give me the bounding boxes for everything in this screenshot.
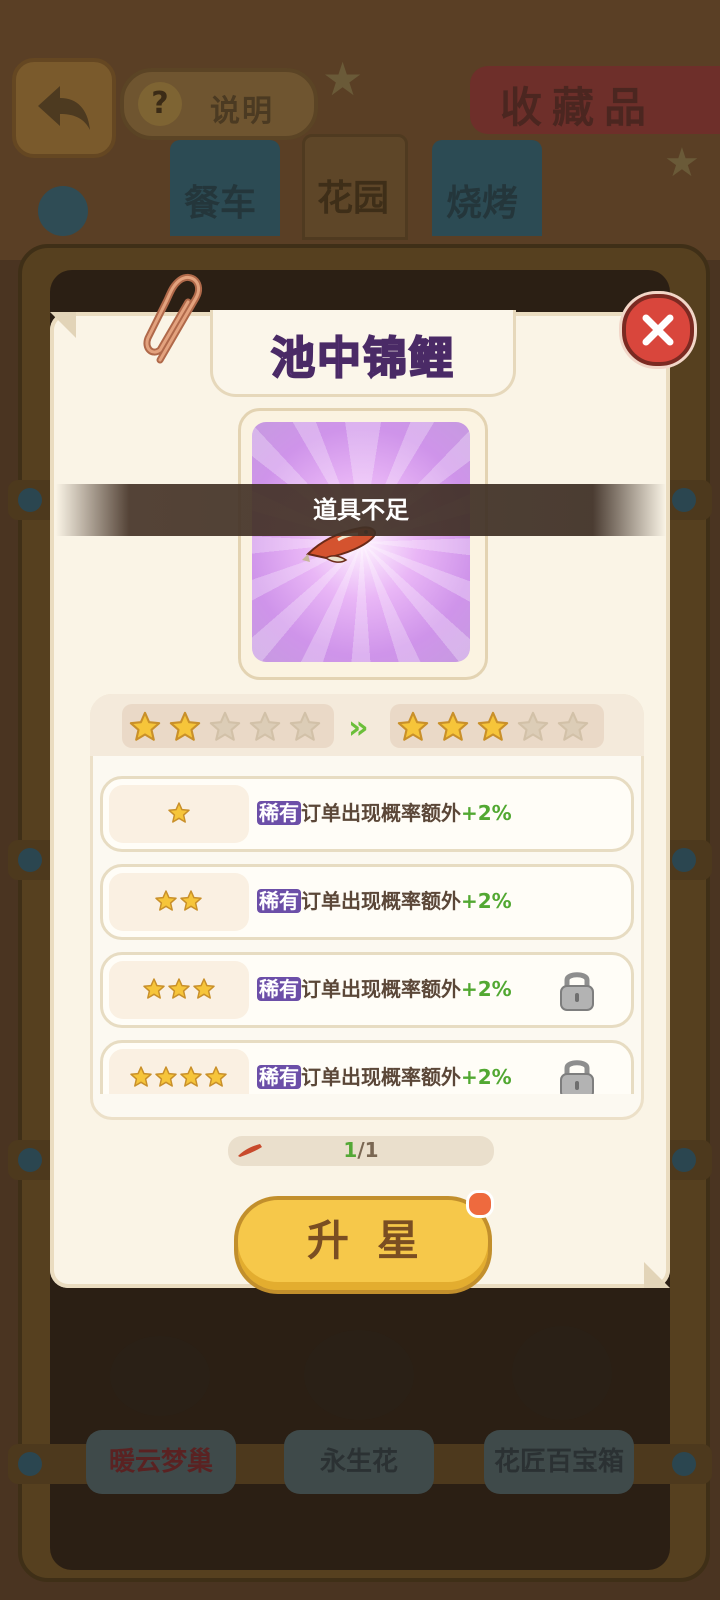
tab-bbq[interactable]: 烧烤 <box>432 140 542 236</box>
bonus-description: 订单出现概率额外 <box>301 889 461 913</box>
star-filled-icon <box>180 890 202 911</box>
close-icon <box>642 314 674 346</box>
star-filled-icon <box>477 711 509 741</box>
double-arrow-icon: » <box>348 708 368 746</box>
star-bonus-row: 稀有 订单出现概率额外+2% <box>100 776 634 852</box>
filter-button[interactable] <box>38 186 88 236</box>
lock-icon <box>560 1060 594 1094</box>
bonus-description: 订单出现概率额外 <box>301 801 461 825</box>
row-star-badge <box>109 873 249 931</box>
shelf-tag-label: 花匠百宝箱 <box>493 1447 624 1477</box>
close-button[interactable] <box>622 294 694 366</box>
star-empty-icon <box>557 711 589 741</box>
row-star-badge <box>109 1049 249 1094</box>
star-filled-icon <box>169 711 201 741</box>
shelf-item[interactable] <box>110 1336 210 1416</box>
star-bonus-row: 稀有 订单出现概率额外+2% <box>100 952 634 1028</box>
star-filled-icon <box>142 978 165 999</box>
star-bonus-list: 稀有 订单出现概率额外+2% 稀有 订单出现概率额外+2% 稀有 订单出现概率额外+2% 稀… <box>94 766 638 1094</box>
bonus-value: +2% <box>461 801 512 825</box>
star-filled-icon <box>205 1066 227 1087</box>
bonus-description: 订单出现概率额外 <box>301 1065 461 1089</box>
material-current: 1 <box>343 1138 358 1162</box>
shelf-tag-label: 永生花 <box>319 1447 398 1477</box>
star-decoration-icon: ★ <box>664 140 700 186</box>
material-total: /1 <box>357 1138 379 1162</box>
shelf-tag-label: 暖云梦巢 <box>108 1447 213 1477</box>
question-icon: ? <box>138 82 182 126</box>
category-tabs: 餐车 花园 烧烤 <box>170 134 550 240</box>
star-filled-icon <box>192 978 215 999</box>
tab-food-truck[interactable]: 餐车 <box>170 140 280 236</box>
bonus-description: 订单出现概率额外 <box>301 977 461 1001</box>
row-bonus-text: 稀有 订单出现概率额外+2% <box>257 885 512 914</box>
bonus-value: +2% <box>461 977 512 1001</box>
shelf-item[interactable] <box>512 1326 612 1420</box>
paperclip-icon <box>143 273 203 364</box>
star-filled-icon <box>155 1066 177 1087</box>
back-button[interactable] <box>12 58 116 158</box>
row-star-badge <box>109 785 249 843</box>
item-title: 池中锦鲤 <box>270 332 455 385</box>
back-arrow-icon <box>38 86 90 130</box>
star-filled-icon <box>167 802 190 823</box>
star-filled-icon <box>437 711 469 741</box>
shelf-tag: 永生花 <box>284 1430 434 1494</box>
tab-garden[interactable]: 花园 <box>302 134 408 240</box>
tab-label: 花园 <box>317 178 390 219</box>
notification-badge <box>466 1190 494 1218</box>
star-filled-icon <box>155 890 177 911</box>
star-decoration-icon: ★ <box>322 52 364 106</box>
rarity-tag: 稀有 <box>257 1065 301 1089</box>
upgrade-star-label: 升星 <box>306 1216 447 1265</box>
upgrade-star-button[interactable]: 升星 <box>234 1196 492 1294</box>
shelf-tag: 暖云梦巢 <box>86 1430 236 1494</box>
star-filled-icon <box>397 711 429 741</box>
star-filled-icon <box>130 1066 152 1087</box>
bonus-value: +2% <box>461 889 512 913</box>
row-bonus-text: 稀有 订单出现概率额外+2% <box>257 973 512 1002</box>
star-empty-icon <box>289 711 321 741</box>
tab-label: 烧烤 <box>446 183 519 224</box>
rarity-tag: 稀有 <box>257 977 301 1001</box>
shelf-tag: 花匠百宝箱 <box>484 1430 634 1494</box>
star-bonus-row: 稀有 订单出现概率额外+2% <box>100 1040 634 1094</box>
material-count: 1/1 <box>228 1138 494 1162</box>
tab-label: 餐车 <box>184 183 257 224</box>
collection-title-banner: 收藏品 <box>470 66 720 134</box>
star-empty-icon <box>249 711 281 741</box>
help-button[interactable]: ? 说明 <box>120 68 318 140</box>
card-fold-corner <box>644 1262 670 1288</box>
row-bonus-text: 稀有 订单出现概率额外+2% <box>257 1061 512 1090</box>
rarity-tag: 稀有 <box>257 889 301 913</box>
star-empty-icon <box>517 711 549 741</box>
star-empty-icon <box>209 711 241 741</box>
lock-icon <box>560 972 594 1011</box>
card-fold-corner <box>50 312 76 338</box>
help-label: 说明 <box>210 94 274 129</box>
row-bonus-text: 稀有 订单出现概率额外+2% <box>257 797 512 826</box>
bonus-value: +2% <box>461 1065 512 1089</box>
insufficient-items-toast: 道具不足 <box>56 484 666 536</box>
row-star-badge <box>109 961 249 1019</box>
star-filled-icon <box>180 1066 202 1087</box>
toast-text: 道具不足 <box>313 496 409 524</box>
collection-title: 收藏品 <box>500 83 657 132</box>
rarity-tag: 稀有 <box>257 801 301 825</box>
star-bonus-row: 稀有 订单出现概率额外+2% <box>100 864 634 940</box>
shelf-item[interactable] <box>304 1330 414 1420</box>
star-filled-icon <box>129 711 161 741</box>
material-progress: 1/1 <box>228 1136 494 1166</box>
star-filled-icon <box>167 978 190 999</box>
